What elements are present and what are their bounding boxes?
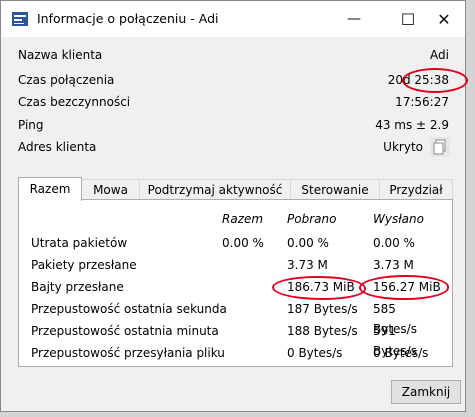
title-bar[interactable]: Informacje o połączeniu - Adi — ☐ ✕ bbox=[1, 1, 465, 37]
table-row: Przepustowość przesyłania pliku 0 Bytes/… bbox=[31, 343, 441, 363]
tab-panel-razem: Razem Pobrano Wysłano Utrata pakietów 0.… bbox=[18, 199, 453, 367]
cell-wyslano: 0 Bytes/s bbox=[373, 346, 429, 360]
column-header-wyslano: Wysłano bbox=[373, 212, 424, 226]
column-header-pobrano: Pobrano bbox=[287, 212, 337, 226]
cell-pobrano: 188 Bytes/s bbox=[287, 324, 358, 338]
info-label: Czas połączenia bbox=[18, 73, 115, 87]
annotation-circle-sent-bytes bbox=[359, 275, 449, 300]
column-header-razem: Razem bbox=[222, 212, 264, 226]
info-value: Adi bbox=[430, 48, 449, 62]
cell-pobrano: 0.00 % bbox=[287, 236, 329, 250]
info-label: Adres klienta bbox=[18, 140, 97, 154]
table-row: Pakiety przesłane 3.73 M 3.73 M bbox=[31, 255, 441, 275]
row-label: Utrata pakietów bbox=[31, 236, 128, 250]
info-row-client-address: Adres klienta Ukryto bbox=[18, 137, 450, 157]
cell-pobrano: 3.73 M bbox=[287, 258, 328, 272]
tab-sterowanie[interactable]: Sterowanie bbox=[290, 179, 380, 199]
tab-podtrzymaj-aktywnosc[interactable]: Podtrzymaj aktywność bbox=[139, 179, 291, 199]
connection-info-window: Informacje o połączeniu - Adi — ☐ ✕ Nazw… bbox=[0, 0, 468, 412]
cell-pobrano: 0 Bytes/s bbox=[287, 346, 343, 360]
window-title: Informacje o połączeniu - Adi bbox=[37, 11, 219, 26]
close-button[interactable]: Zamknij bbox=[391, 380, 461, 404]
close-window-button[interactable]: ✕ bbox=[421, 1, 467, 37]
tab-przydzial[interactable]: Przydział bbox=[379, 179, 453, 199]
info-label: Czas bezczynności bbox=[18, 95, 131, 109]
minimize-icon: — bbox=[347, 11, 361, 27]
tab-mowa[interactable]: Mowa bbox=[81, 179, 140, 199]
copy-icon[interactable] bbox=[430, 137, 450, 157]
annotation-circle-downloaded-bytes bbox=[272, 276, 366, 300]
row-label: Przepustowość przesyłania pliku bbox=[31, 346, 225, 360]
info-row-idle-time: Czas bezczynności 17:56:27 bbox=[18, 92, 449, 112]
info-label: Ping bbox=[18, 118, 44, 132]
tab-bar: Razem Mowa Podtrzymaj aktywność Sterowan… bbox=[18, 177, 453, 201]
annotation-circle-connection-time bbox=[402, 68, 468, 93]
minimize-button[interactable]: — bbox=[331, 1, 377, 37]
table-row: Przepustowość ostatnia minuta 188 Bytes/… bbox=[31, 321, 441, 358]
row-label: Przepustowość ostatnia sekunda bbox=[31, 302, 227, 316]
info-value: Ukryto bbox=[383, 140, 423, 154]
cell-wyslano: 3.73 M bbox=[373, 258, 414, 272]
info-row-connection-time: Czas połączenia 20d 25:38 bbox=[18, 70, 449, 90]
table-row: Przepustowość ostatnia sekunda 187 Bytes… bbox=[31, 299, 441, 336]
info-value: 17:56:27 bbox=[395, 95, 449, 109]
info-value: 43 ms ± 2.9 bbox=[375, 118, 449, 132]
table-row: Utrata pakietów 0.00 % 0.00 % 0.00 % bbox=[31, 233, 441, 253]
cell-pobrano: 187 Bytes/s bbox=[287, 302, 358, 316]
info-row-client-name: Nazwa klienta Adi bbox=[18, 45, 449, 65]
cell-razem: 0.00 % bbox=[222, 236, 264, 250]
info-row-ping: Ping 43 ms ± 2.9 bbox=[18, 115, 449, 135]
row-label: Pakiety przesłane bbox=[31, 258, 137, 272]
maximize-icon: ☐ bbox=[400, 9, 416, 29]
close-icon: ✕ bbox=[437, 9, 451, 29]
row-label: Przepustowość ostatnia minuta bbox=[31, 324, 219, 338]
cell-wyslano: 0.00 % bbox=[373, 236, 415, 250]
info-label: Nazwa klienta bbox=[18, 48, 103, 62]
tab-razem[interactable]: Razem bbox=[18, 177, 82, 201]
row-label: Bajty przesłane bbox=[31, 280, 124, 294]
app-icon bbox=[12, 12, 28, 26]
